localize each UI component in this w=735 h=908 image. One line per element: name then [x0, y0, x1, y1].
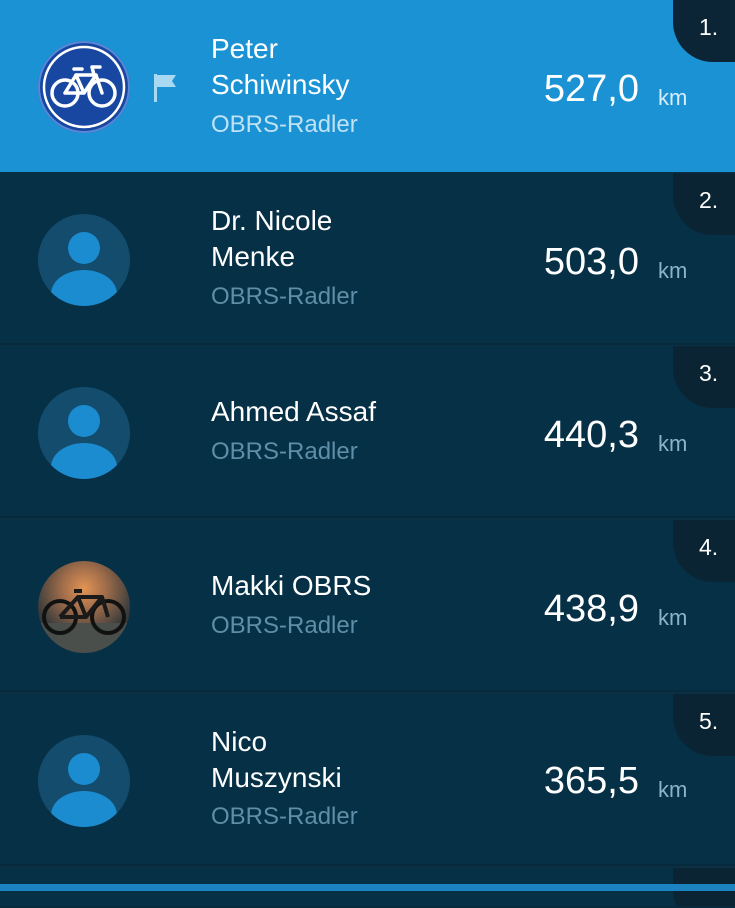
entry-distance: 365,5	[543, 760, 639, 802]
flag-icon	[154, 74, 176, 102]
entry-name: Nico Muszynski	[211, 726, 342, 793]
rank-badge: 1.	[673, 0, 735, 62]
person-placeholder-avatar	[38, 735, 130, 827]
bicycle-icon	[42, 45, 126, 129]
person-placeholder-avatar	[38, 387, 130, 479]
rank-badge: 3.	[673, 346, 735, 408]
person-placeholder-avatar	[38, 214, 130, 306]
entry-team: OBRS-Radler	[211, 283, 358, 310]
leaderboard-list: Peter Schiwinsky OBRS-Radler 527,0 km 1.…	[0, 0, 735, 908]
person-icon-head	[68, 232, 100, 264]
entry-unit: km	[658, 258, 688, 283]
person-icon-head	[68, 753, 100, 785]
entry-unit: km	[658, 605, 688, 630]
rank-number: 4.	[699, 534, 719, 560]
person-icon-body	[51, 270, 117, 306]
bottom-divider	[0, 884, 735, 891]
leaderboard-row-4[interactable]: Makki OBRS OBRS-Radler 438,9 km 4.	[0, 520, 735, 692]
person-icon-head	[68, 405, 100, 437]
leaderboard-row-5[interactable]: Nico Muszynski OBRS-Radler 365,5 km 5.	[0, 694, 735, 866]
entry-name: Peter Schiwinsky	[211, 33, 350, 100]
rank-number: 2.	[699, 187, 719, 213]
rank-badge: 5.	[673, 694, 735, 756]
entry-distance: 438,9	[543, 588, 639, 630]
rank-number: 5.	[699, 708, 719, 734]
entry-team: OBRS-Radler	[211, 612, 358, 639]
entry-unit: km	[658, 777, 688, 802]
rank-number: 1.	[699, 14, 719, 40]
bicycle-logo-avatar	[38, 41, 130, 133]
bike-photo-avatar	[38, 561, 130, 653]
entry-team: OBRS-Radler	[211, 111, 358, 138]
entry-distance: 527,0	[543, 68, 639, 110]
entry-distance: 503,0	[543, 241, 639, 283]
person-icon-body	[51, 443, 117, 479]
entry-unit: km	[658, 85, 688, 110]
rank-badge: 2.	[673, 173, 735, 235]
entry-name: Ahmed Assaf	[211, 396, 376, 427]
entry-team: OBRS-Radler	[211, 803, 358, 830]
entry-distance: 440,3	[543, 414, 639, 456]
entry-unit: km	[658, 431, 688, 456]
rank-number: 3.	[699, 360, 719, 386]
bike-photo-icon	[38, 589, 130, 653]
leaderboard-row-1[interactable]: Peter Schiwinsky OBRS-Radler 527,0 km 1.	[0, 0, 735, 172]
entry-team: OBRS-Radler	[211, 438, 358, 465]
entry-name: Dr. Nicole Menke	[211, 205, 333, 272]
rank-badge: 4.	[673, 520, 735, 582]
entry-name: Makki OBRS	[211, 570, 372, 601]
leaderboard-row-2[interactable]: Dr. Nicole Menke OBRS-Radler 503,0 km 2.	[0, 173, 735, 345]
person-icon-body	[51, 791, 117, 827]
leaderboard-row-3[interactable]: Ahmed Assaf OBRS-Radler 440,3 km 3.	[0, 346, 735, 518]
